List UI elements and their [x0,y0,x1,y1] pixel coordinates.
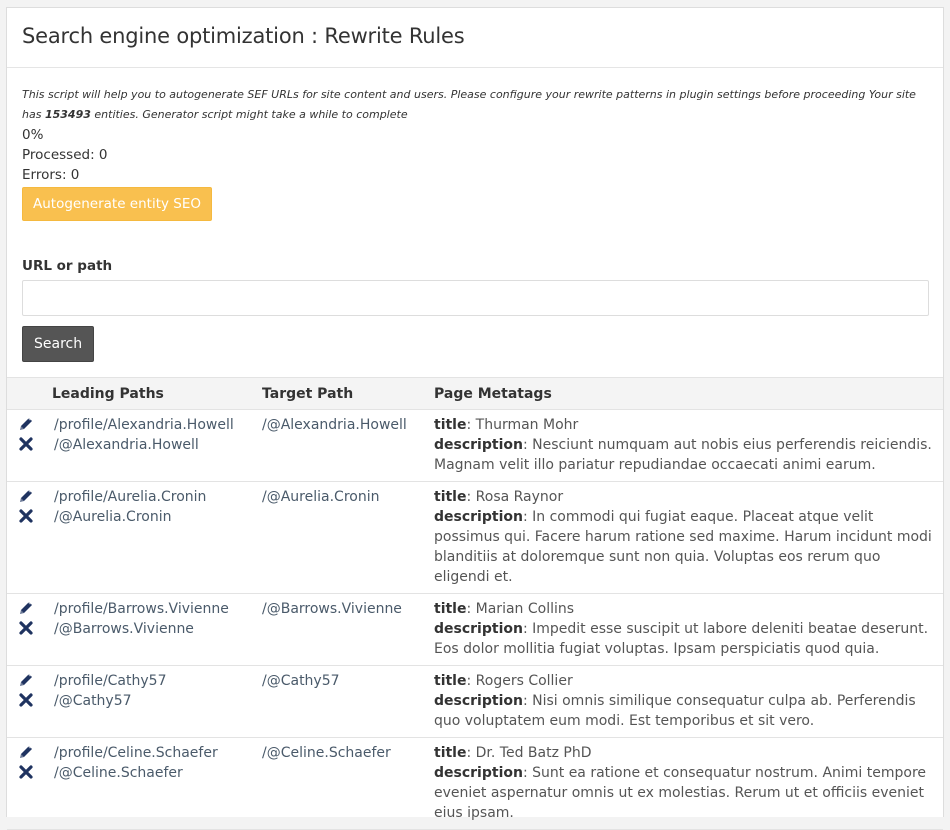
intro-text: This script will help you to autogenerat… [22,85,928,125]
url-label: URL or path [22,258,113,274]
close-icon[interactable] [18,436,34,452]
meta-title-value: : Marian Collins [466,601,575,617]
header-target-path: Target Path [254,377,426,410]
leading-paths-cell: /profile/Alexandria.Howell /@Alexandria.H… [44,409,254,482]
meta-title: title: Thurman Mohr [434,415,935,435]
autogenerate-button[interactable]: Autogenerate entity SEO [22,187,212,221]
pencil-icon[interactable] [18,488,34,504]
leading-paths-cell: /profile/Barrows.Vivienne /@Barrows.Vivie… [44,593,254,666]
target-path: /@Aurelia.Cronin [262,489,380,505]
meta-description: description: Impedit esse suscipit ut la… [434,619,935,659]
meta-title-key: title [434,745,467,761]
rewrite-rules-panel: Search engine optimization : Rewrite Rul… [6,7,944,830]
leading-path: /profile/Aurelia.Cronin [54,489,207,505]
processed-count: Processed: 0 [22,147,108,163]
leading-path: /@Celine.Schaefer [54,765,183,781]
target-path-cell: /@Cathy57 [254,665,426,738]
table-row: /profile/Alexandria.Howell /@Alexandria.H… [7,409,943,482]
meta-description-key: description [434,621,523,637]
row-actions [7,665,44,738]
target-path: /@Celine.Schaefer [262,745,391,761]
table-row: /profile/Aurelia.Cronin/@Aurelia.Cronin /… [7,481,943,594]
search-button[interactable]: Search [22,326,95,362]
leading-path: /profile/Alexandria.Howell [54,417,234,433]
meta-description: description: Nesciunt numquam aut nobis … [434,435,935,475]
close-icon[interactable] [18,692,34,708]
meta-title-value: : Rosa Raynor [466,489,564,505]
row-actions [7,409,44,482]
target-path-cell: /@Alexandria.Howell [254,409,426,482]
close-icon[interactable] [18,508,34,524]
meta-title-value: : Rogers Collier [466,673,573,689]
pencil-icon[interactable] [18,600,34,616]
meta-title-key: title [434,601,467,617]
meta-description: description: In commodi qui fugiat eaque… [434,507,935,587]
close-icon[interactable] [18,764,34,780]
row-actions [7,481,44,594]
pencil-icon[interactable] [18,416,34,432]
meta-title-key: title [434,417,467,433]
target-path-cell: /@Celine.Schaefer [254,737,426,830]
meta-title: title: Rosa Raynor [434,487,935,507]
metatags-cell: title: Rosa Raynor description: In commod… [426,481,943,594]
leading-paths-cell: /profile/Cathy57 /@Cathy57 [44,665,254,738]
panel-heading: Search engine optimization : Rewrite Rul… [7,8,943,68]
target-path: /@Barrows.Vivienne [262,601,402,617]
url-input[interactable] [22,280,929,316]
leading-paths-cell: /profile/Celine.Schaefer /@Celine.Schaefe… [44,737,254,830]
meta-title-value: : Dr. Ted Batz PhD [466,745,592,761]
meta-title: title: Rogers Collier [434,671,935,691]
meta-title: title: Dr. Ted Batz PhD [434,743,935,763]
header-actions [7,377,44,410]
progress-text: 0% [22,127,44,143]
intro-part2: entities. Generator script might take a … [94,108,408,121]
meta-description-key: description [434,693,523,709]
meta-description: description: Nisi omnis similique conseq… [434,691,935,731]
metatags-cell: title: Rogers Collier description: Nisi o… [426,665,943,738]
table-row: /profile/Celine.Schaefer /@Celine.Schaefe… [7,737,943,830]
metatags-cell: title: Thurman Mohr description: Nesciunt… [426,409,943,482]
meta-title-key: title [434,673,467,689]
leading-paths-cell: /profile/Aurelia.Cronin /@Aurelia.Cronin [44,481,254,594]
entity-count: 153493 [44,108,91,121]
panel-body: This script will help you to autogenerat… [7,68,943,362]
leading-path: /@Aurelia.Cronin [54,509,172,525]
close-icon[interactable] [18,620,34,636]
table-row: /profile/Barrows.Vivienne /@Barrows.Vivie… [7,593,943,666]
leading-path: /profile/Barrows.Vivienne [54,601,229,617]
metatags-cell: title: Dr. Ted Batz PhD description: Sunt… [426,737,943,830]
leading-path: /@Barrows.Vivienne [54,621,194,637]
page-title: Search engine optimization : Rewrite Rul… [22,24,465,48]
pencil-icon[interactable] [18,672,34,688]
target-path: /@Alexandria.Howell [262,417,407,433]
leading-path: /profile/Celine.Schaefer [54,745,218,761]
meta-description-key: description [434,437,523,453]
metatags-cell: title: Marian Collins description: Impedi… [426,593,943,666]
meta-title-key: title [434,489,467,505]
meta-title: title: Marian Collins [434,599,935,619]
target-path-cell: /@Barrows.Vivienne [254,593,426,666]
table-row: /profile/Cathy57 /@Cathy57 /@Cathy57 title:… [7,665,943,738]
header-page-metatags: Page Metatags [426,377,943,410]
target-path: /@Cathy57 [262,673,340,689]
rewrite-rules-table: Leading Paths Target Path Page Metatags … [7,377,943,830]
meta-description-key: description [434,509,523,525]
leading-path: /@Alexandria.Howell [54,437,199,453]
meta-title-value: : Thurman Mohr [466,417,579,433]
leading-path: /profile/Cathy57 [54,673,167,689]
pencil-icon[interactable] [18,744,34,760]
leading-path: /@Cathy57 [54,693,132,709]
header-leading-paths: Leading Paths [44,377,254,410]
row-actions [7,593,44,666]
target-path-cell: /@Aurelia.Cronin [254,481,426,594]
table-header-row: Leading Paths Target Path Page Metatags [7,377,943,410]
row-actions [7,737,44,830]
meta-description-key: description [434,765,523,781]
meta-description: description: Sunt ea ratione et consequa… [434,763,935,823]
errors-count: Errors: 0 [22,167,80,183]
